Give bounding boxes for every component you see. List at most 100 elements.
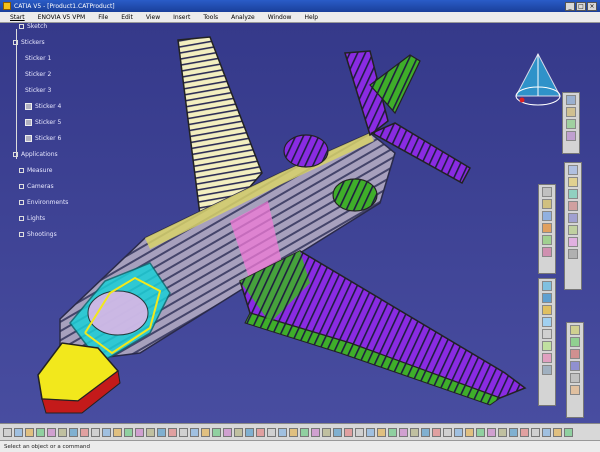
environment-icon[interactable] [542,235,552,245]
toolbar-icon-6[interactable] [568,225,578,235]
toolbar-icon-4[interactable] [568,201,578,211]
tree-item-environments[interactable]: Environments [19,199,68,206]
bottom-tool-icon[interactable] [58,427,67,437]
close-icon[interactable]: × [587,1,597,11]
menu-analyze[interactable]: Analyze [231,14,255,21]
bottom-tool-icon[interactable] [520,427,529,437]
compass-icon[interactable] [508,50,568,120]
menu-help[interactable]: Help [304,14,318,21]
toolbar-icon-18[interactable] [570,337,580,347]
camera-icon[interactable] [542,223,552,233]
toolbar-icon-1[interactable] [568,165,578,175]
bottom-tool-icon[interactable] [399,427,408,437]
light-icon[interactable] [542,211,552,221]
menu-view[interactable]: View [146,14,160,21]
bottom-tool-icon[interactable] [267,427,276,437]
toolbar-icon-2[interactable] [568,177,578,187]
render-icon[interactable] [566,107,576,117]
tree-item-sticker-3[interactable]: Sticker 3 [25,87,51,94]
menu-window[interactable]: Window [268,14,292,21]
bottom-tool-icon[interactable] [443,427,452,437]
tree-item-applications[interactable]: Applications [13,151,58,158]
menu-start[interactable]: Start [10,14,25,21]
bottom-tool-icon[interactable] [168,427,177,437]
menu-insert[interactable]: Insert [173,14,190,21]
bottom-tool-icon[interactable] [487,427,496,437]
menu-edit[interactable]: Edit [121,14,133,21]
minimize-icon[interactable]: _ [565,1,575,11]
bottom-tool-icon[interactable] [3,427,12,437]
bottom-tool-icon[interactable] [509,427,518,437]
bottom-tool-icon[interactable] [91,427,100,437]
bottom-tool-icon[interactable] [190,427,199,437]
menu-file[interactable]: File [98,14,108,21]
tree-item-sticker-2[interactable]: Sticker 2 [25,71,51,78]
toolbar-icon-20[interactable] [570,361,580,371]
bottom-tool-icon[interactable] [212,427,221,437]
bottom-tool-icon[interactable] [377,427,386,437]
bottom-tool-icon[interactable] [311,427,320,437]
bottom-tool-icon[interactable] [124,427,133,437]
bottom-tool-icon[interactable] [289,427,298,437]
bottom-tool-icon[interactable] [454,427,463,437]
toolbar-icon-17[interactable] [570,325,580,335]
toolbar-icon-16[interactable] [542,365,552,375]
bottom-tool-icon[interactable] [432,427,441,437]
bottom-tool-icon[interactable] [80,427,89,437]
bottom-tool-icon[interactable] [234,427,243,437]
menu-tools[interactable]: Tools [203,14,218,21]
bottom-tool-icon[interactable] [179,427,188,437]
bottom-tool-icon[interactable] [278,427,287,437]
tree-item-sticker-6[interactable]: Sticker 6 [25,135,61,142]
toolbar-icon-14[interactable] [542,341,552,351]
material-icon[interactable] [566,131,576,141]
tree-item-stickers[interactable]: Stickers [13,39,45,46]
tree-item-measure[interactable]: Measure [19,167,53,174]
bottom-tool-icon[interactable] [201,427,210,437]
bottom-tool-icon[interactable] [245,427,254,437]
bottom-tool-icon[interactable] [69,427,78,437]
toolbar-icon-11[interactable] [542,305,552,315]
bottom-tool-icon[interactable] [113,427,122,437]
toolbar-icon-13[interactable] [542,329,552,339]
bottom-tool-icon[interactable] [476,427,485,437]
engine-left[interactable] [283,134,329,168]
toolbar-icon-7[interactable] [568,237,578,247]
toolbar-icon-10[interactable] [542,293,552,303]
toolbar-icon-8[interactable] [568,249,578,259]
maximize-icon[interactable]: □ [576,1,586,11]
bottom-tool-icon[interactable] [564,427,573,437]
tree-item-cameras[interactable]: Cameras [19,183,54,190]
toolbar-icon-15[interactable] [542,353,552,363]
bottom-tool-icon[interactable] [223,427,232,437]
toolbar-handle-icon[interactable] [542,187,552,197]
bottom-tool-icon[interactable] [333,427,342,437]
bottom-tool-icon[interactable] [421,427,430,437]
bottom-tool-icon[interactable] [388,427,397,437]
view-icon[interactable] [566,95,576,105]
bottom-tool-icon[interactable] [498,427,507,437]
bottom-tool-icon[interactable] [344,427,353,437]
toolbar-icon-19[interactable] [570,349,580,359]
bottom-tool-icon[interactable] [47,427,56,437]
texture-icon[interactable] [542,247,552,257]
bottom-tool-icon[interactable] [36,427,45,437]
bottom-tool-icon[interactable] [146,427,155,437]
tree-item-shootings[interactable]: Shootings [19,231,57,238]
bottom-tool-icon[interactable] [366,427,375,437]
tree-item-lights[interactable]: Lights [19,215,45,222]
toolbar-icon-5[interactable] [568,213,578,223]
bottom-tool-icon[interactable] [322,427,331,437]
shading-icon[interactable] [566,119,576,129]
bottom-tool-icon[interactable] [14,427,23,437]
tree-item-sketch[interactable]: Sketch [19,23,47,30]
toolbar-icon-21[interactable] [570,373,580,383]
menu-enovia[interactable]: ENOVIA V5 VPM [38,14,86,21]
bottom-tool-icon[interactable] [465,427,474,437]
bottom-tool-icon[interactable] [135,427,144,437]
bottom-tool-icon[interactable] [102,427,111,437]
bottom-tool-icon[interactable] [542,427,551,437]
bottom-tool-icon[interactable] [256,427,265,437]
bottom-tool-icon[interactable] [300,427,309,437]
bottom-tool-icon[interactable] [355,427,364,437]
